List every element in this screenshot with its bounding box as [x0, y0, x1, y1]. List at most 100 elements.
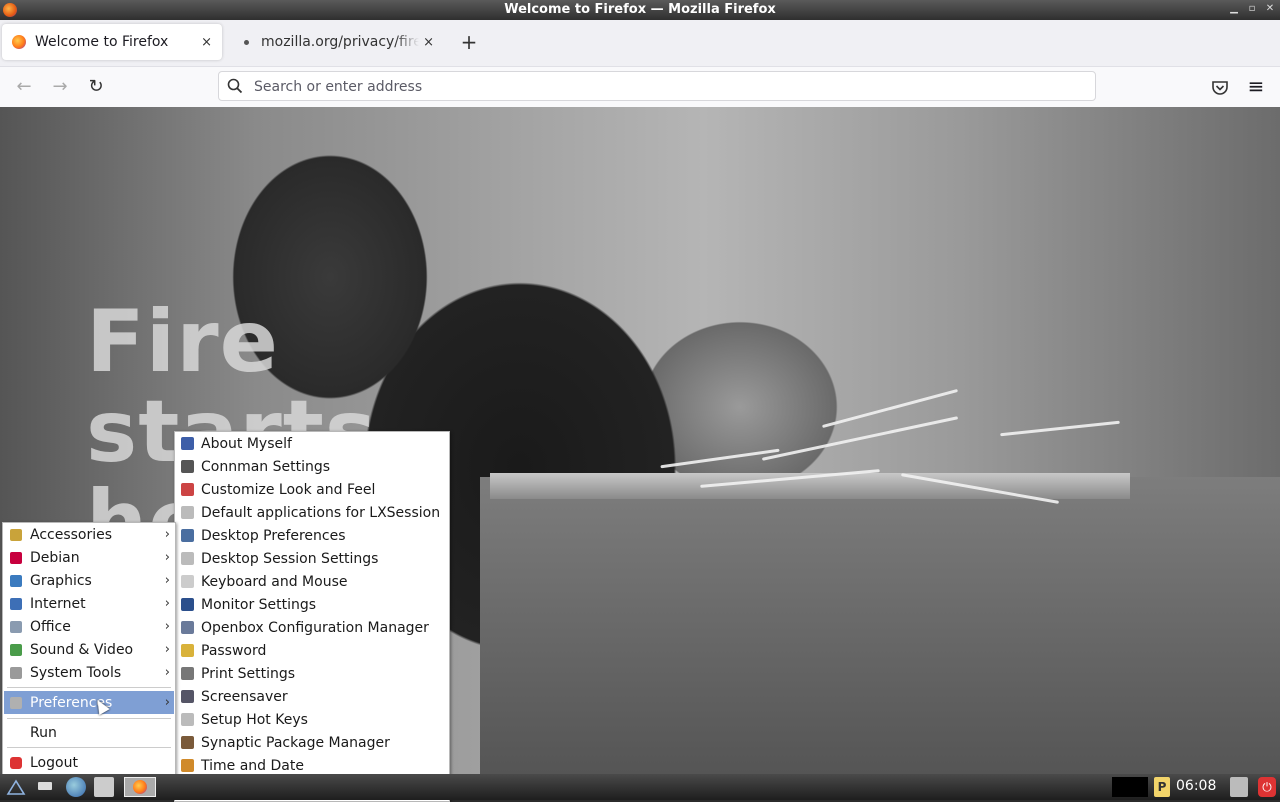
forward-button[interactable]: →: [48, 75, 72, 99]
window-controls: ▁ ▫ ✕: [1228, 3, 1276, 15]
menu-item-system-tools[interactable]: System Tools ›: [4, 661, 174, 684]
pocket-icon[interactable]: [1209, 76, 1231, 98]
menu-item-label: Accessories: [30, 526, 113, 543]
submenu-item-print-settings[interactable]: Print Settings: [176, 662, 448, 685]
preferences-icon: [10, 696, 22, 709]
file-manager-icon[interactable]: [94, 777, 114, 797]
tab-close-icon[interactable]: ×: [423, 35, 434, 50]
submenu-item-openbox-configuration-manager[interactable]: Openbox Configuration Manager: [176, 616, 448, 639]
submenu-item-screensaver[interactable]: Screensaver: [176, 685, 448, 708]
submenu-item-default-applications-for-lxsession[interactable]: Default applications for LXSession: [176, 501, 448, 524]
menu-item-preferences[interactable]: Preferences ›: [4, 691, 174, 714]
password-icon: [181, 644, 194, 657]
submenu-item-label: Keyboard and Mouse: [201, 573, 348, 590]
start-menu-icon[interactable]: [6, 777, 26, 797]
address-bar[interactable]: [218, 71, 1096, 101]
submenu-item-label: Desktop Preferences: [201, 527, 346, 544]
spark: [761, 416, 959, 461]
time-date-icon: [181, 759, 194, 772]
submenu-item-desktop-session-settings[interactable]: Desktop Session Settings: [176, 547, 448, 570]
chevron-right-icon: ›: [164, 665, 170, 680]
printer-icon: [181, 667, 194, 680]
application-menu: Accessories › Debian › Graphics › Internet › Off…: [2, 522, 176, 776]
submenu-item-label: Password: [201, 642, 267, 659]
window-title: Welcome to Firefox — Mozilla Firefox: [504, 2, 776, 17]
chevron-right-icon: ›: [164, 550, 170, 565]
submenu-item-label: Monitor Settings: [201, 596, 317, 613]
hero-line-1: Fire: [86, 292, 279, 392]
navigation-toolbar: ← → ↻ ≡: [0, 67, 1280, 108]
spark: [1000, 420, 1120, 437]
address-input[interactable]: [252, 75, 1086, 99]
menu-item-label: Graphics: [30, 572, 92, 589]
menu-item-label: Debian: [30, 549, 80, 566]
submenu-item-setup-hot-keys[interactable]: Setup Hot Keys: [176, 708, 448, 731]
minimize-all-icon[interactable]: [38, 782, 52, 790]
debian-icon: [10, 551, 22, 564]
chevron-right-icon: ›: [164, 642, 170, 657]
submenu-item-customize-look-and-feel[interactable]: Customize Look and Feel: [176, 478, 448, 501]
menu-item-run[interactable]: Run: [4, 721, 174, 744]
taskbar-firefox-button[interactable]: [124, 777, 156, 797]
internet-icon: [10, 597, 22, 610]
new-tab-button[interactable]: +: [458, 32, 480, 54]
menu-item-debian[interactable]: Debian ›: [4, 546, 174, 569]
tab-privacy[interactable]: mozilla.org/privacy/firefox ×: [228, 24, 444, 60]
tab-bar: Welcome to Firefox × mozilla.org/privacy…: [0, 20, 1280, 67]
look-feel-icon: [181, 483, 194, 496]
tab-close-icon[interactable]: ×: [201, 35, 212, 50]
tab-label: Welcome to Firefox: [35, 34, 169, 50]
power-icon[interactable]: ⏻: [1258, 777, 1276, 797]
loading-dot-icon: [244, 39, 249, 45]
maximize-icon[interactable]: ▫: [1246, 3, 1258, 15]
preferences-submenu: About Myself Connman Settings Customize Lo…: [174, 431, 450, 802]
menu-separator: [7, 687, 171, 688]
chevron-right-icon: ›: [164, 527, 170, 542]
accessories-icon: [10, 528, 22, 541]
submenu-item-keyboard-and-mouse[interactable]: Keyboard and Mouse: [176, 570, 448, 593]
lxsession-icon: [181, 506, 194, 519]
menu-item-label: System Tools: [30, 664, 122, 681]
submenu-item-synaptic-package-manager[interactable]: Synaptic Package Manager: [176, 731, 448, 754]
menu-item-label: Sound & Video: [30, 641, 134, 658]
menu-item-label: Internet: [30, 595, 86, 612]
menu-item-sound-video[interactable]: Sound & Video ›: [4, 638, 174, 661]
minimize-icon[interactable]: ▁: [1228, 3, 1240, 15]
submenu-item-desktop-preferences[interactable]: Desktop Preferences: [176, 524, 448, 547]
submenu-item-label: Customize Look and Feel: [201, 481, 376, 498]
chevron-right-icon: ›: [164, 619, 170, 634]
menu-separator: [7, 747, 171, 748]
menu-item-label: Office: [30, 618, 71, 635]
menu-item-graphics[interactable]: Graphics ›: [4, 569, 174, 592]
monitor-icon: [181, 598, 194, 611]
submenu-item-label: Synaptic Package Manager: [201, 734, 390, 751]
submenu-item-about-myself[interactable]: About Myself: [176, 432, 448, 455]
menu-item-logout[interactable]: Logout: [4, 751, 174, 774]
keyboard-mouse-icon: [181, 575, 194, 588]
submenu-item-password[interactable]: Password: [176, 639, 448, 662]
firefox-favicon-icon: [12, 35, 26, 49]
system-tools-icon: [10, 666, 22, 679]
menu-item-accessories[interactable]: Accessories ›: [4, 523, 174, 546]
network-tray-icon[interactable]: [1230, 777, 1248, 797]
office-icon: [10, 620, 22, 633]
submenu-item-monitor-settings[interactable]: Monitor Settings: [176, 593, 448, 616]
clock[interactable]: 06:08: [1176, 778, 1216, 794]
browser-launcher-icon[interactable]: [66, 777, 86, 797]
firefox-icon: [133, 780, 147, 794]
submenu-item-label: Screensaver: [201, 688, 288, 705]
menu-item-label: Run: [30, 724, 57, 741]
submenu-item-connman-settings[interactable]: Connman Settings: [176, 455, 448, 478]
close-window-icon[interactable]: ✕: [1264, 3, 1276, 15]
tab-welcome[interactable]: Welcome to Firefox ×: [2, 24, 222, 60]
pager-icon[interactable]: P: [1154, 777, 1170, 797]
tab-label: mozilla.org/privacy/firefox: [261, 34, 420, 50]
submenu-item-label: Openbox Configuration Manager: [201, 619, 429, 636]
back-button[interactable]: ←: [12, 75, 36, 99]
reload-button[interactable]: ↻: [84, 75, 108, 99]
submenu-item-label: About Myself: [201, 435, 292, 452]
menu-item-office[interactable]: Office ›: [4, 615, 174, 638]
menu-item-internet[interactable]: Internet ›: [4, 592, 174, 615]
submenu-item-label: Setup Hot Keys: [201, 711, 308, 728]
hamburger-menu-icon[interactable]: ≡: [1245, 76, 1267, 98]
